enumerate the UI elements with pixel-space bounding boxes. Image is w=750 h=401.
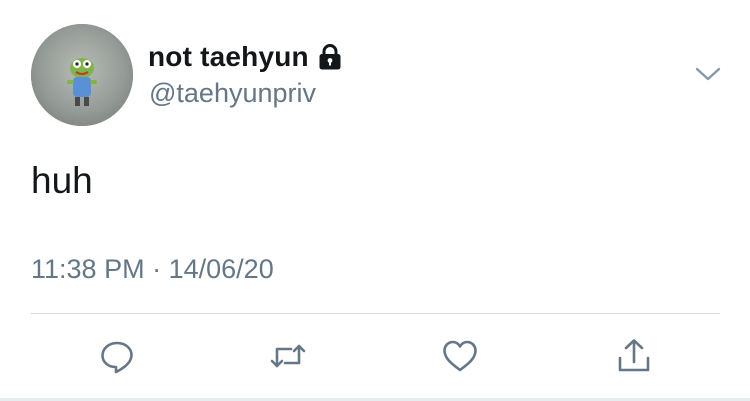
tweet-date: 14/06/20 bbox=[168, 254, 274, 284]
display-name[interactable]: not taehyun bbox=[148, 41, 309, 73]
reply-button[interactable] bbox=[97, 336, 137, 376]
reply-icon bbox=[101, 341, 133, 374]
tweet-card: not taehyun @taehyunpriv huh 11:38 PM · … bbox=[0, 0, 750, 401]
timestamp-separator: · bbox=[152, 254, 162, 284]
divider bbox=[31, 313, 720, 314]
like-button[interactable] bbox=[440, 336, 480, 376]
share-button[interactable] bbox=[614, 336, 654, 376]
lock-icon bbox=[317, 43, 343, 71]
user-name-row: not taehyun bbox=[148, 40, 343, 74]
tweet-text: huh bbox=[31, 160, 93, 201]
tweet-time: 11:38 PM bbox=[31, 254, 145, 284]
user-handle[interactable]: @taehyunpriv bbox=[149, 78, 316, 109]
avatar[interactable] bbox=[31, 24, 133, 126]
like-icon bbox=[443, 340, 477, 372]
retweet-icon bbox=[270, 344, 306, 368]
retweet-button[interactable] bbox=[268, 336, 308, 376]
tweet-timestamp[interactable]: 11:38 PM · 14/06/20 bbox=[31, 254, 274, 285]
chevron-down-icon[interactable] bbox=[693, 63, 723, 85]
avatar-image bbox=[31, 24, 133, 126]
share-icon bbox=[618, 339, 650, 372]
